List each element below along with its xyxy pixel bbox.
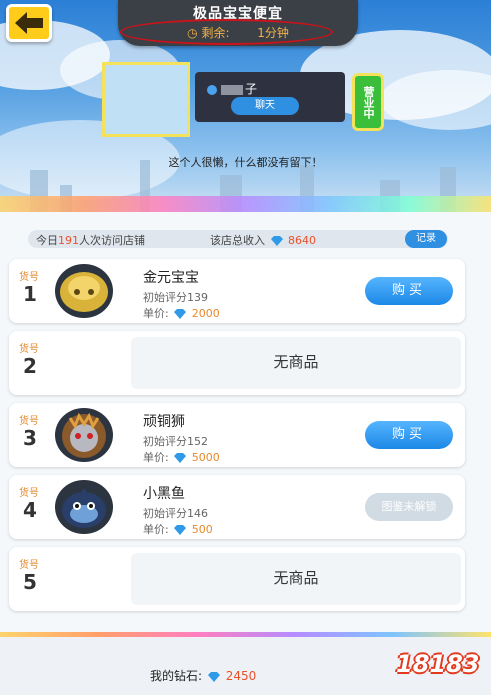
shop-avatar (102, 62, 190, 137)
diamond-icon (174, 525, 187, 535)
back-button[interactable] (6, 4, 52, 42)
rainbow-divider (0, 196, 491, 212)
codex-locked-button[interactable]: 图鉴未解锁 (365, 493, 453, 521)
slot-number: 3 (23, 426, 37, 450)
item-score: 初始评分146 (143, 507, 208, 520)
item-price: 单价: 2000 (143, 307, 220, 320)
bronze-lion-pet-icon (55, 408, 113, 462)
site-logo: 18183 (394, 640, 486, 690)
diamond-icon (174, 453, 187, 463)
logo-text: 18183 (396, 650, 480, 678)
item-name: 金元宝宝 (143, 270, 199, 286)
buy-button[interactable]: 购买 (365, 421, 453, 449)
item-name: 顽铜狮 (143, 414, 185, 430)
empty-slot-text: 无商品 (273, 353, 319, 371)
shop-slot-1: 货号 1 金元宝宝 初始评分139 单价: 2000 购买 (9, 259, 465, 323)
slot-number: 5 (23, 570, 37, 594)
blue-dot-icon (207, 84, 217, 95)
visit-count: 今日191人次访问店铺 (36, 234, 145, 247)
shop-slot-4: 货号 4 小黑鱼 初始评分146 单价: 500 图鉴未解锁 (9, 475, 465, 539)
empty-slot: 无商品 (131, 337, 461, 389)
red-highlight-circle (120, 19, 333, 45)
empty-slot-text: 无商品 (273, 569, 319, 587)
shop-slot-2: 货号 2 无商品 (9, 331, 465, 395)
shop-status-badge: 营业中 (352, 73, 384, 131)
my-diamonds: 我的钻石: 2450 (150, 669, 257, 683)
slot-label: 货号 (19, 344, 39, 355)
shop-stats-bar: 今日191人次访问店铺 该店总收入 8640 记录 (28, 230, 448, 248)
slot-number: 1 (23, 282, 37, 306)
slot-label: 货号 (19, 416, 39, 427)
diamond-icon (207, 671, 220, 682)
empty-slot: 无商品 (131, 553, 461, 605)
item-price: 单价: 500 (143, 523, 213, 536)
chat-button[interactable]: 聊天 (231, 97, 299, 115)
gold-ingot-pet-icon (55, 264, 113, 318)
shop-slot-3: 货号 3 顽铜狮 初始评分152 单价: 5000 购买 (9, 403, 465, 467)
rainbow-footer-line (0, 632, 491, 637)
slot-number: 4 (23, 498, 37, 522)
buy-button[interactable]: 购买 (365, 277, 453, 305)
shop-motto: 这个人很懒，什么都没有留下！ (168, 156, 323, 169)
shop-owner: 子 (207, 80, 257, 97)
shop-info: 子 聊天 (195, 72, 345, 122)
slot-label: 货号 (19, 488, 39, 499)
slot-label: 货号 (19, 560, 39, 571)
item-score: 初始评分139 (143, 291, 208, 304)
slot-number: 2 (23, 354, 37, 378)
shop-income: 该店总收入 8640 (210, 234, 316, 247)
shop-slot-5: 货号 5 无商品 (9, 547, 465, 611)
item-price: 单价: 5000 (143, 451, 220, 464)
diamond-icon (174, 309, 187, 319)
record-button[interactable]: 记录 (405, 230, 447, 248)
slot-label: 货号 (19, 272, 39, 283)
back-arrow-icon (15, 12, 43, 34)
item-score: 初始评分152 (143, 435, 208, 448)
diamond-icon (270, 236, 283, 246)
black-fish-pet-icon (55, 480, 113, 534)
item-name: 小黑鱼 (143, 486, 185, 502)
